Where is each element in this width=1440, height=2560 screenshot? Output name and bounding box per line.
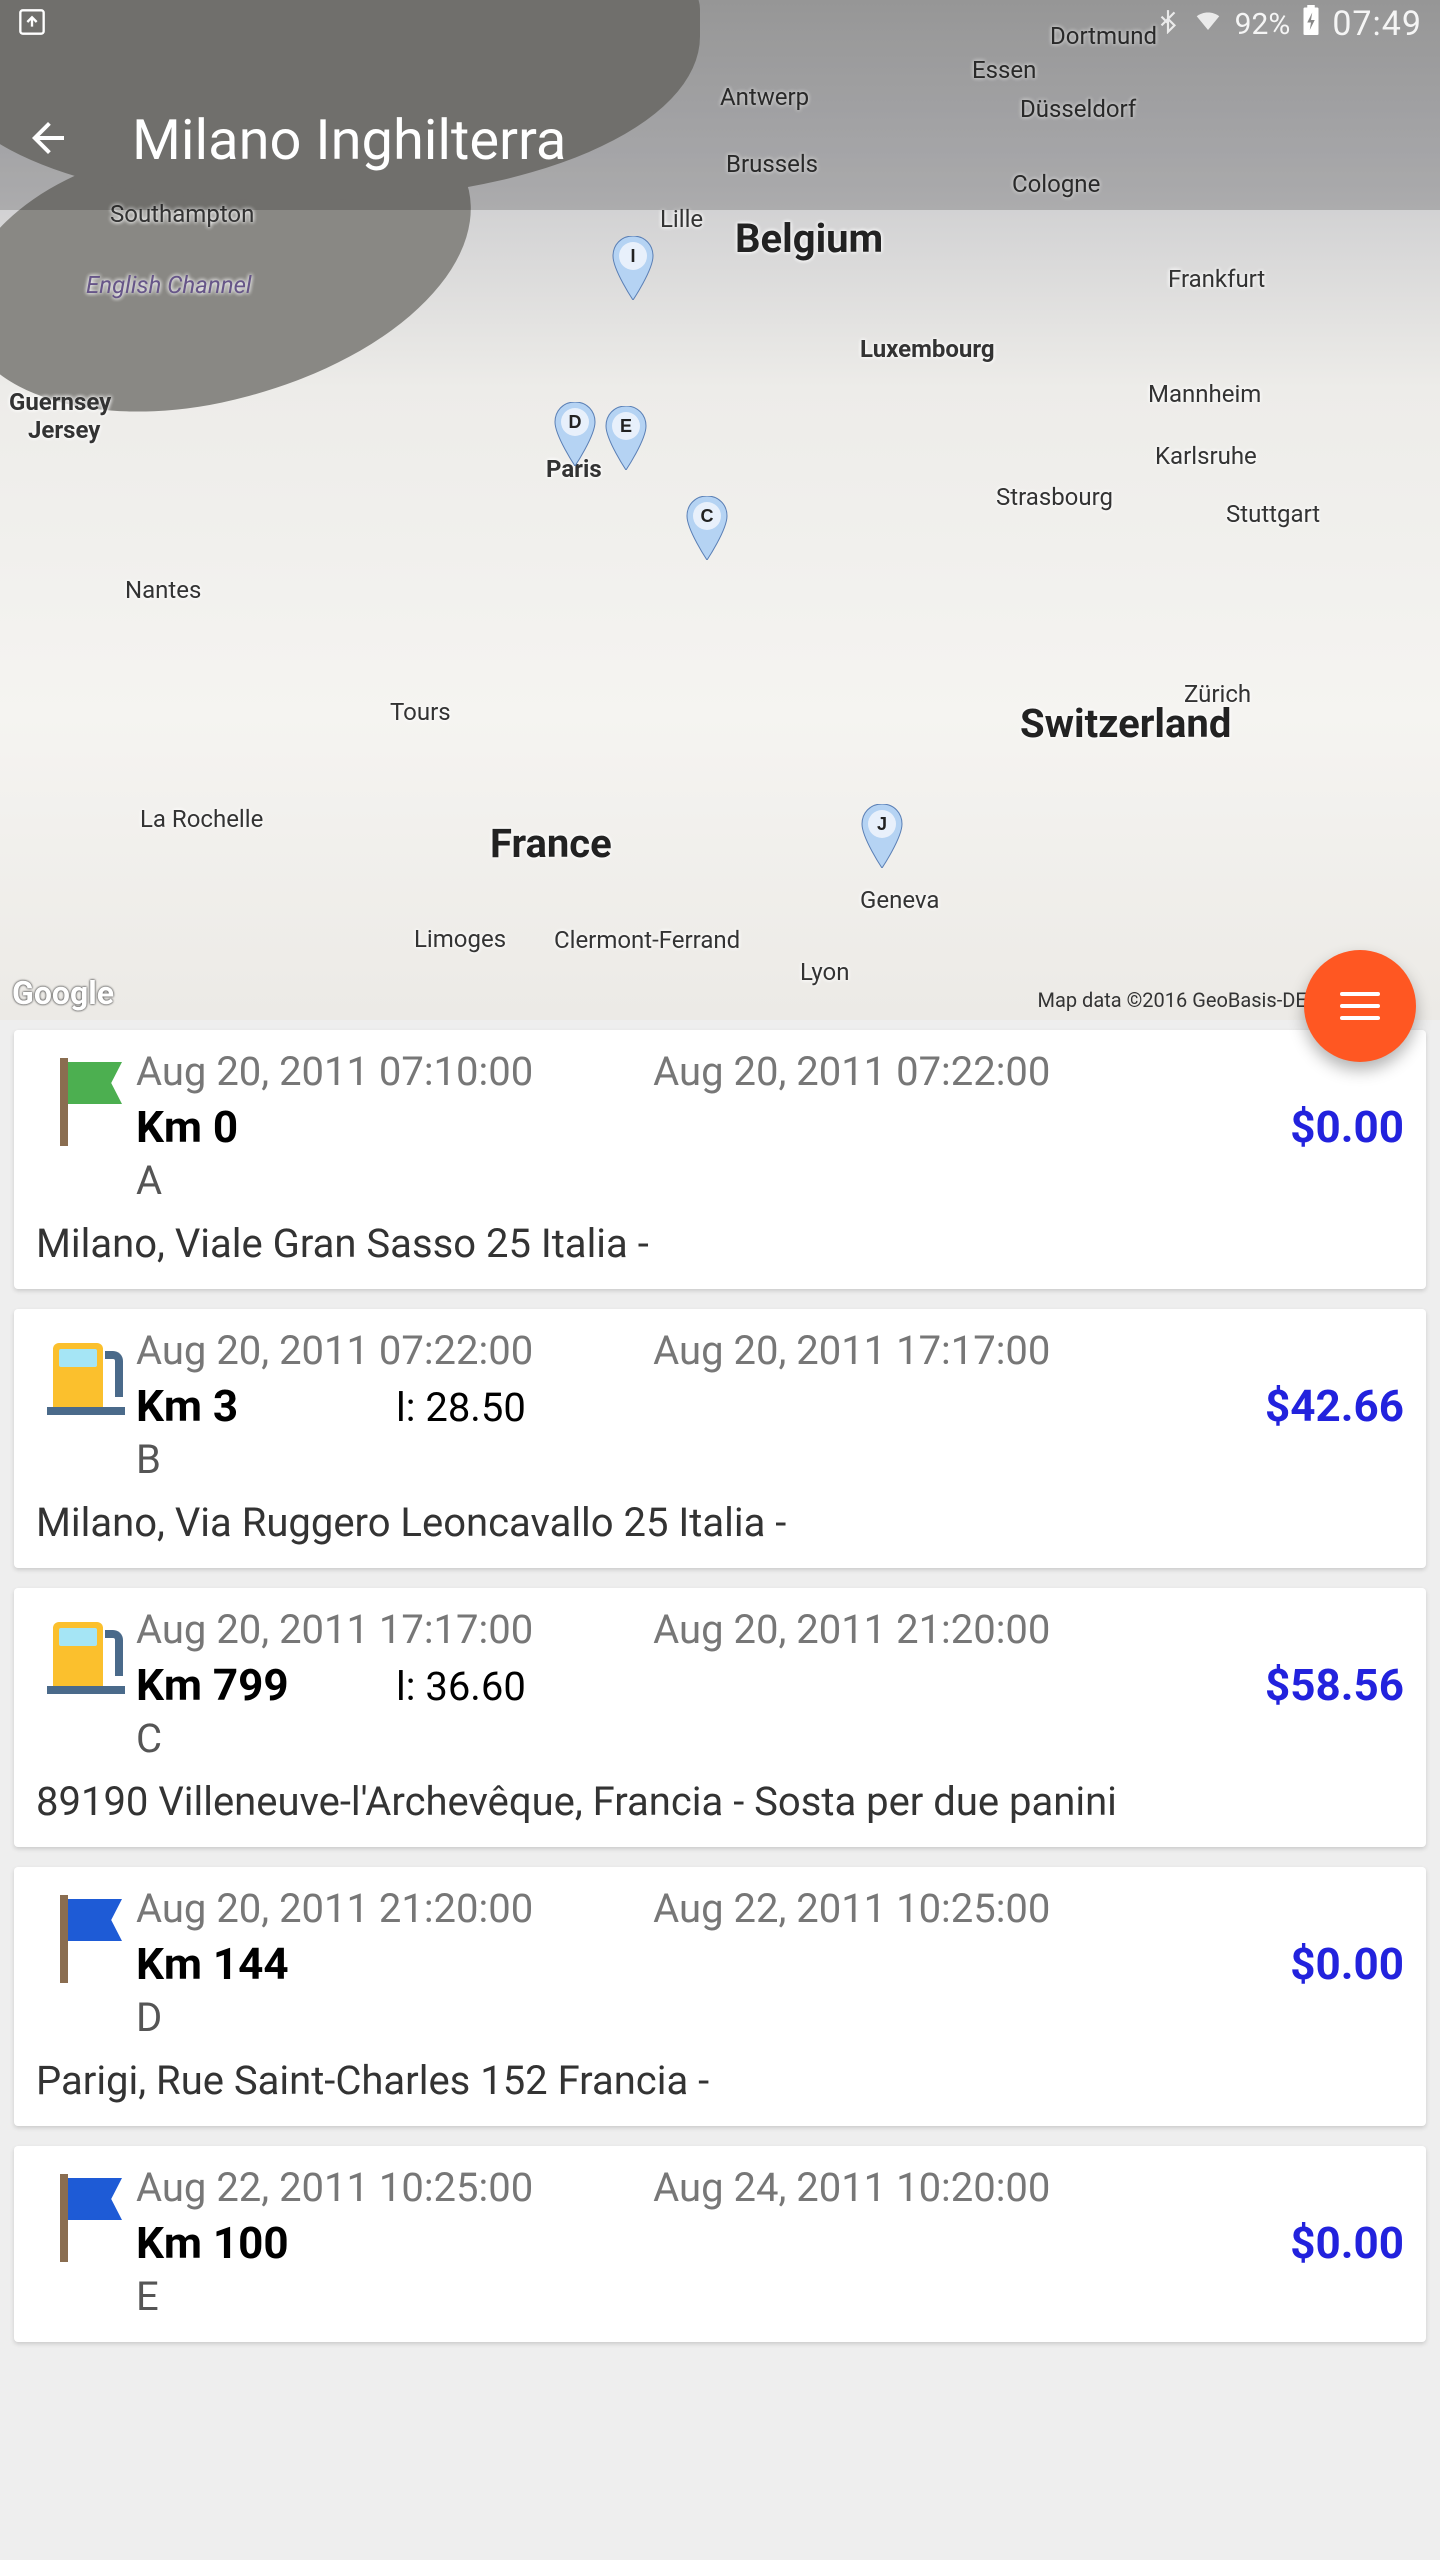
waypoint-letter: D [136,1994,1404,2041]
address: 89190 Villeneuve-l'Archevêque, Francia -… [36,1778,1404,1825]
waypoint-letter: B [136,1436,1404,1483]
map-pin-d[interactable]: D [553,402,597,466]
battery-text: 92% [1235,7,1291,42]
waypoint-letter: C [136,1715,1404,1762]
map-city: Stuttgart [1226,500,1320,528]
google-logo: Google [12,974,114,1012]
waypoint-letter: E [136,2273,1404,2320]
map-country-luxembourg: Luxembourg [860,335,995,363]
map-city: Lyon [800,958,850,986]
map-city: Zürich [1184,680,1251,708]
km-value: Km 144 [136,1938,396,1990]
trip-item[interactable]: Aug 20, 2011 21:20:00 Aug 22, 2011 10:25:… [14,1867,1426,2126]
bluetooth-icon [1155,7,1181,42]
start-time: Aug 20, 2011 21:20:00 [136,1885,533,1932]
waypoint-letter: A [136,1157,1404,1204]
svg-text:C: C [701,506,714,526]
status-clock: 07:49 [1332,4,1422,44]
end-time: Aug 24, 2011 10:20:00 [653,2164,1050,2211]
price-value: $58.56 [1265,1659,1404,1711]
map-city: Nantes [125,576,201,604]
map-city: Frankfurt [1168,265,1265,293]
map-city: Jersey [28,416,100,444]
map-city: Geneva [860,886,939,914]
map-country-france: France [490,820,612,867]
map-pin-c[interactable]: C [685,496,729,560]
flag-icon [50,2174,122,2262]
price-value: $0.00 [1290,2217,1404,2269]
trip-item[interactable]: Aug 20, 2011 17:17:00 Aug 20, 2011 21:20:… [14,1588,1426,1847]
page-title: Milano Inghilterra [132,107,566,173]
end-time: Aug 20, 2011 17:17:00 [653,1327,1050,1374]
menu-icon [1340,992,1380,1020]
back-button[interactable] [24,114,72,166]
svg-text:J: J [877,814,887,834]
km-value: Km 100 [136,2217,396,2269]
address: Milano, Viale Gran Sasso 25 Italia - [36,1220,1404,1267]
map-city: English Channel [86,271,252,299]
svg-text:E: E [620,416,632,436]
km-value: Km 799 [136,1659,396,1711]
svg-text:D: D [569,412,582,432]
trip-item[interactable]: Aug 20, 2011 07:22:00 Aug 20, 2011 17:17:… [14,1309,1426,1568]
fuel-pump-icon [47,1616,125,1694]
liters-value: l: 28.50 [396,1384,1265,1431]
map-city: La Rochelle [140,805,263,833]
liters-value: l: 36.60 [396,1663,1265,1710]
fuel-pump-icon [47,1337,125,1415]
flag-icon [50,1895,122,1983]
trip-list[interactable]: Aug 20, 2011 07:10:00 Aug 20, 2011 07:22:… [0,1030,1440,2560]
end-time: Aug 20, 2011 07:22:00 [653,1048,1050,1095]
svg-text:I: I [630,246,635,266]
map-city: Mannheim [1148,380,1261,408]
end-time: Aug 22, 2011 10:25:00 [653,1885,1050,1932]
km-value: Km 0 [136,1101,396,1153]
map-pin-e[interactable]: E [604,406,648,470]
start-time: Aug 20, 2011 07:22:00 [136,1327,533,1374]
map-city: Limoges [414,925,506,953]
map-city: Karlsruhe [1155,442,1257,470]
start-time: Aug 20, 2011 07:10:00 [136,1048,533,1095]
map-city: Guernsey [9,388,111,416]
km-value: Km 3 [136,1380,396,1432]
price-value: $0.00 [1290,1101,1404,1153]
status-bar: 92% 07:49 [0,0,1440,48]
trip-item[interactable]: Aug 22, 2011 10:25:00 Aug 24, 2011 10:20:… [14,2146,1426,2342]
price-value: $42.66 [1265,1380,1404,1432]
wifi-icon [1193,5,1223,43]
trip-item[interactable]: Aug 20, 2011 07:10:00 Aug 20, 2011 07:22:… [14,1030,1426,1289]
address: Parigi, Rue Saint-Charles 152 Francia - [36,2057,1404,2104]
flag-icon [50,1058,122,1146]
price-value: $0.00 [1290,1938,1404,1990]
address: Milano, Via Ruggero Leoncavallo 25 Itali… [36,1499,1404,1546]
map-city: Strasbourg [996,483,1113,511]
map-pin-j[interactable]: J [860,804,904,868]
status-left-icon [18,8,46,40]
menu-fab[interactable] [1304,950,1416,1062]
start-time: Aug 22, 2011 10:25:00 [136,2164,533,2211]
end-time: Aug 20, 2011 21:20:00 [653,1606,1050,1653]
map-city: Tours [390,698,451,726]
map-country-belgium: Belgium [735,215,883,262]
map-attribution: Map data ©2016 GeoBasis-DE/BK [1038,988,1340,1012]
map-pin-i[interactable]: I [611,236,655,300]
start-time: Aug 20, 2011 17:17:00 [136,1606,533,1653]
map-city: Clermont-Ferrand [554,926,740,954]
battery-charging-icon [1302,5,1320,43]
